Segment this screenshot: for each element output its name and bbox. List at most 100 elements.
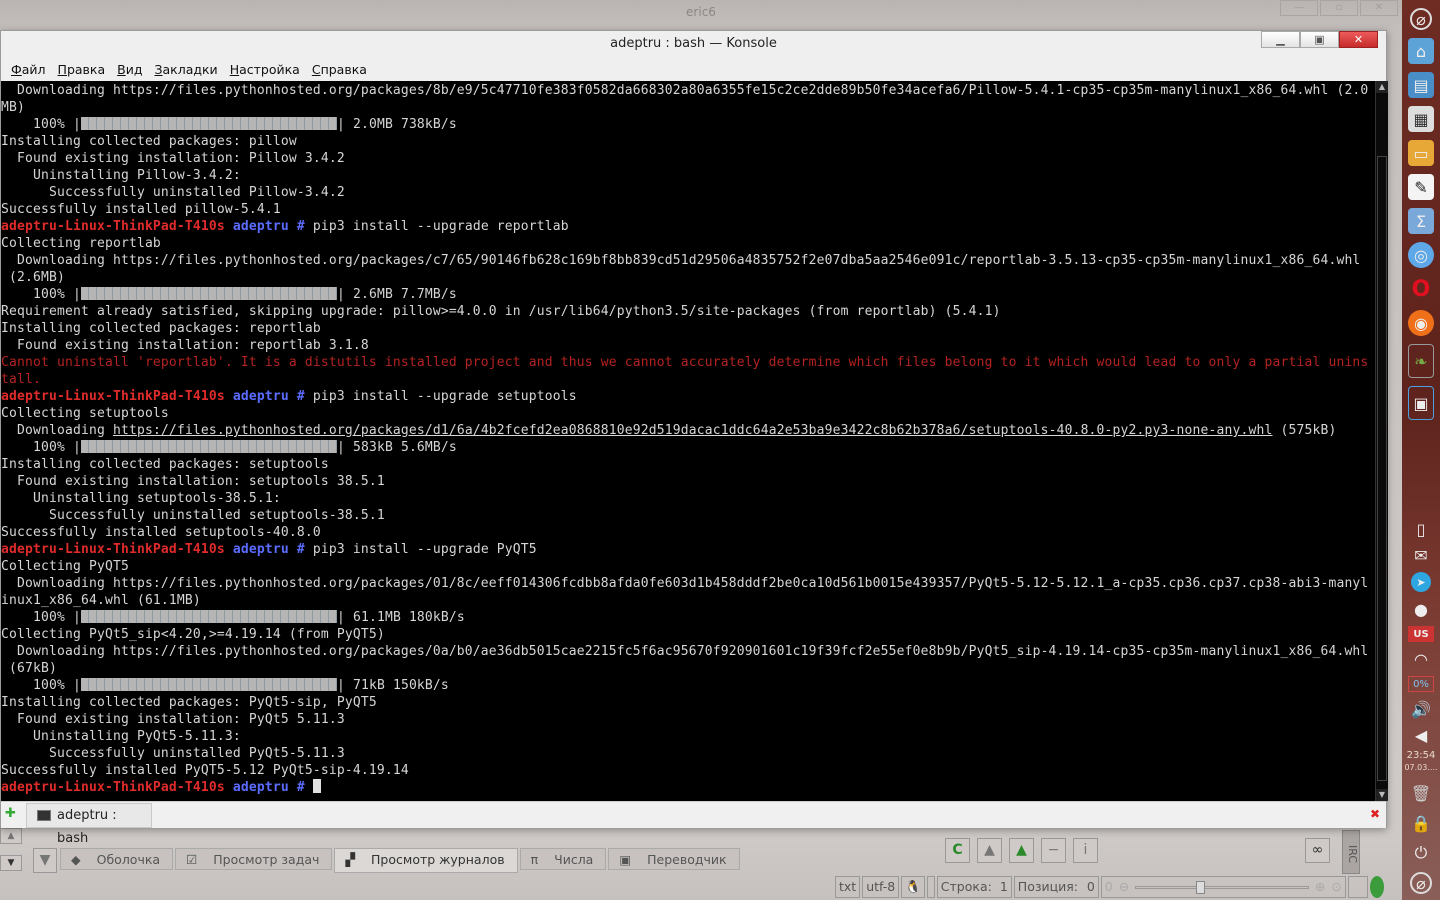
scroll-up-icon[interactable]: ▲ [1376, 81, 1388, 93]
lock-icon[interactable]: 🔒 [1408, 812, 1434, 834]
binoculars-icon[interactable]: ∞ [1305, 838, 1330, 863]
menu-icon[interactable]: ⌀ [1410, 872, 1432, 894]
close-icon[interactable]: ✕ [1360, 0, 1398, 16]
translator-icon: ▣ [619, 852, 632, 867]
menu-item-4[interactable]: Настройка [224, 62, 306, 77]
link[interactable]: https://files.pythonhosted.org/packages/… [113, 423, 1273, 438]
minimize-button[interactable]: ▁ [1261, 31, 1300, 48]
eric-icon[interactable]: ❧ [1408, 344, 1434, 378]
konsole-icon[interactable]: ▣ [1408, 386, 1434, 420]
prompt-host: adeptru-Linux-ThinkPad-T410s [1, 780, 225, 795]
output-text: 100% | [1, 440, 81, 455]
power-icon[interactable]: ⏻ [1408, 842, 1434, 864]
text-editor-icon[interactable]: ✎ [1408, 174, 1434, 200]
terminal-output[interactable]: Downloading https://files.pythonhosted.o… [1, 81, 1375, 801]
irc-side-tab[interactable]: IRC [1342, 830, 1360, 874]
scrollbar-thumb[interactable] [1377, 156, 1387, 781]
clock[interactable]: 23:54 07.03.... [1404, 750, 1437, 774]
archive-icon[interactable]: ▭ [1408, 140, 1434, 166]
home-folder-icon[interactable]: ⌂ [1408, 38, 1434, 64]
maximize-icon[interactable]: ▫ [1320, 0, 1358, 16]
output-text: Requirement already satisfied, skipping … [1, 304, 1001, 319]
scroll-up-icon[interactable]: ▲ [0, 828, 22, 844]
tab-log[interactable]: ▞ Просмотр журналов [334, 848, 518, 873]
menu-item-0[interactable]: Файл [5, 62, 52, 77]
tab-tasks[interactable]: ☑ Просмотр задач [175, 848, 333, 870]
terminal-line: 100% | | 71kB 150kB/s [1, 677, 1375, 694]
menu-item-3[interactable]: Закладки [148, 62, 223, 77]
output-text: 100% | [1, 610, 81, 625]
battery-indicator[interactable]: 0% [1408, 676, 1434, 692]
kdeconnect-icon[interactable]: ▯ [1408, 520, 1434, 539]
tab-translator[interactable]: ▣ Переводчик [608, 848, 740, 870]
output-text: Installing collected packages: reportlab [1, 321, 321, 336]
office-icon[interactable]: Σ [1408, 208, 1434, 234]
output-text: Successfully uninstalled PyQt5-5.11.3 [1, 746, 345, 761]
tab-session[interactable]: adeptru : bash [26, 803, 152, 846]
encoding-indicator: utf-8 [862, 876, 900, 898]
terminal-scrollbar[interactable]: ▲ ▼ [1375, 81, 1388, 801]
progress-bar [80, 678, 337, 691]
wifi-icon[interactable]: ◠ [1408, 650, 1434, 669]
zoom-in-icon[interactable]: ⊕ [1315, 877, 1325, 897]
prompt-user: adeptru # [224, 219, 305, 234]
zoom-control[interactable]: 0 ⊖ ⊕ ⊙ [1100, 876, 1346, 898]
new-tab-icon[interactable]: ✚ [5, 806, 21, 824]
reload-icon[interactable]: C [945, 838, 970, 863]
expand-tray-icon[interactable]: ◀ [1408, 726, 1434, 745]
terminal-line: Downloading https://files.pythonhosted.o… [1, 422, 1375, 439]
pi-icon: π [530, 852, 539, 867]
output-text: | 2.0MB 738kB/s [336, 117, 457, 132]
progress-bar [80, 610, 337, 623]
status-led-icon [1369, 876, 1384, 898]
sidebar-scroll[interactable]: ▲ ▼ [0, 828, 24, 874]
status-bar: txt utf-8 🐧 Строка: 1 Позиция: 0 0 ⊖ ⊕ ⊙ [835, 876, 1384, 898]
keyboard-layout-indicator[interactable]: US [1408, 626, 1434, 642]
file-manager-icon[interactable]: ▤ [1408, 72, 1434, 98]
zoom-reset-icon[interactable]: ⊙ [1331, 877, 1341, 897]
minimize-icon[interactable]: — [1280, 0, 1318, 16]
zoom-out-icon[interactable]: ⊖ [1119, 877, 1129, 897]
browser-icon[interactable]: ◎ [1408, 242, 1434, 268]
menu-item-1[interactable]: Правка [52, 62, 112, 77]
output-text: Uninstalling setuptools-38.5.1: [1, 491, 281, 506]
title-bar[interactable]: adeptru : bash — Konsole ▁ ▣ ✕ [1, 31, 1386, 58]
output-text: Downloading https://files.pythonhosted.o… [1, 576, 1369, 591]
maximize-button[interactable]: ▣ [1300, 31, 1339, 48]
terminal-line: Installing collected packages: pillow [1, 133, 1375, 150]
zoom-slider[interactable] [1135, 880, 1309, 894]
menu-item-5[interactable]: Справка [306, 62, 373, 77]
telegram-icon[interactable]: ➤ [1411, 572, 1431, 592]
close-tab-icon[interactable]: ✖ [1370, 807, 1380, 821]
terminal-line: 100% | | 61.1MB 180kB/s [1, 609, 1375, 626]
mail-icon[interactable]: ✉ [1408, 546, 1434, 565]
launcher-icon[interactable]: ⌀ [1410, 8, 1432, 30]
up-icon[interactable]: ▲ [977, 838, 1002, 863]
terminal-line: Uninstalling Pillow-3.4.2: [1, 167, 1375, 184]
opera-icon[interactable]: O [1408, 276, 1434, 302]
trash-icon[interactable]: 🗑 [1408, 782, 1434, 804]
terminal-line: Downloading https://files.pythonhosted.o… [1, 252, 1375, 269]
terminal-line: Found existing installation: PyQt5 5.11.… [1, 711, 1375, 728]
scroll-down-icon[interactable]: ▼ [0, 855, 22, 871]
output-text: Uninstalling Pillow-3.4.2: [1, 168, 241, 183]
menu-item-2[interactable]: Вид [111, 62, 148, 77]
prompt-user: adeptru # [224, 389, 305, 404]
terminal-line: Requirement already satisfied, skipping … [1, 303, 1375, 320]
calculator-icon[interactable]: ▦ [1408, 106, 1434, 132]
volume-icon[interactable]: 🔊 [1408, 700, 1434, 719]
tab-pi[interactable]: π Числа [519, 848, 607, 870]
info-icon[interactable]: i [1073, 838, 1098, 863]
filter-icon[interactable]: ▼ [33, 848, 57, 873]
tree-up-icon[interactable]: ▲ [1009, 838, 1034, 863]
tab-shell[interactable]: ◆ Оболочка [60, 848, 174, 870]
close-button[interactable]: ✕ [1339, 31, 1378, 48]
output-text: Found existing installation: setuptools … [1, 474, 385, 489]
output-text: pip3 install --upgrade PyQT5 [304, 542, 537, 557]
output-text: | 583kB 5.6MB/s [336, 440, 457, 455]
skype-icon[interactable]: ● [1408, 600, 1434, 619]
terminal-line: Found existing installation: reportlab 3… [1, 337, 1375, 354]
firefox-icon[interactable]: ◉ [1408, 310, 1434, 336]
scroll-down-icon[interactable]: ▼ [1376, 789, 1388, 801]
minus-icon[interactable]: − [1041, 838, 1066, 863]
